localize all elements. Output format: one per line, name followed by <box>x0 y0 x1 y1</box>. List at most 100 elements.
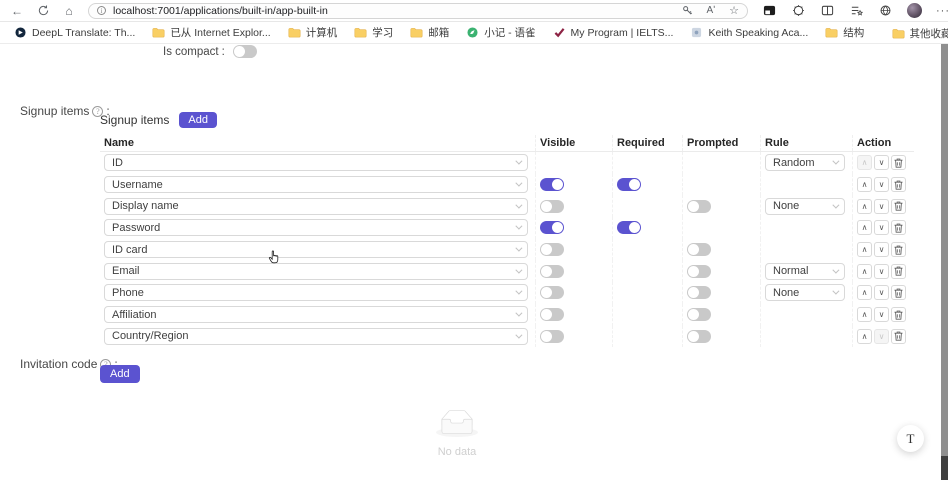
other-favorites-folder[interactable]: 其他收藏夹 <box>892 22 948 44</box>
address-bar[interactable]: i localhost:7001/applications/built-in/a… <box>88 3 748 19</box>
move-up-button[interactable]: ∧ <box>857 155 872 170</box>
browser-toolbar-right: ··· <box>762 3 948 18</box>
visible-toggle[interactable] <box>540 286 564 299</box>
add-invitation-code-button[interactable]: Add <box>100 365 140 383</box>
add-signup-item-button[interactable]: Add <box>179 112 217 128</box>
delete-button[interactable] <box>891 307 906 322</box>
delete-button[interactable] <box>891 155 906 170</box>
profile-avatar[interactable] <box>907 3 922 18</box>
required-toggle[interactable] <box>617 221 641 234</box>
visible-toggle[interactable] <box>540 243 564 256</box>
empty-box-icon <box>436 410 478 437</box>
move-up-button[interactable]: ∧ <box>857 199 872 214</box>
delete-button[interactable] <box>891 264 906 279</box>
empty-state: No data <box>0 410 914 458</box>
move-up-button[interactable]: ∧ <box>857 307 872 322</box>
signup-item-name-select[interactable]: ID card <box>104 241 528 258</box>
rule-cell: Normal <box>761 260 853 282</box>
signup-item-name-select[interactable]: Username <box>104 176 528 193</box>
move-down-button[interactable]: ∨ <box>874 242 889 257</box>
prompted-toggle[interactable] <box>687 330 711 343</box>
extensions-icon[interactable] <box>791 3 806 18</box>
move-up-button[interactable]: ∧ <box>857 285 872 300</box>
home-button[interactable]: ⌂ <box>60 2 78 20</box>
move-up-button[interactable]: ∧ <box>857 177 872 192</box>
visible-toggle[interactable] <box>540 221 564 234</box>
bookmark-item[interactable]: Keith Speaking Aca... <box>690 27 808 39</box>
favorite-star-icon[interactable]: ☆ <box>729 4 739 17</box>
theme-font-button[interactable]: T <box>897 425 924 452</box>
rule-select[interactable]: None <box>765 284 845 301</box>
delete-button[interactable] <box>891 329 906 344</box>
read-aloud-icon[interactable]: Aʹ <box>707 5 716 16</box>
delete-button[interactable] <box>891 242 906 257</box>
visible-toggle[interactable] <box>540 330 564 343</box>
required-cell <box>613 304 683 326</box>
prompted-toggle[interactable] <box>687 286 711 299</box>
column-header-rule: Rule <box>761 135 853 151</box>
browser-essentials-icon[interactable] <box>762 3 777 18</box>
prompted-toggle[interactable] <box>687 265 711 278</box>
signup-item-name-select[interactable]: Email <box>104 263 528 280</box>
name-cell: Phone <box>100 282 536 304</box>
bookmark-item[interactable]: 小记 - 语雀 <box>466 25 535 40</box>
move-down-button[interactable]: ∨ <box>874 155 889 170</box>
bookmark-item[interactable]: 学习 <box>354 25 393 40</box>
move-up-button[interactable]: ∧ <box>857 242 872 257</box>
rule-select[interactable]: Normal <box>765 263 845 280</box>
signup-item-name-select[interactable]: Password <box>104 219 528 236</box>
visible-toggle[interactable] <box>540 265 564 278</box>
signup-item-name-select[interactable]: Country/Region <box>104 328 528 345</box>
move-up-button[interactable]: ∧ <box>857 329 872 344</box>
url-text[interactable]: localhost:7001/applications/built-in/app… <box>113 5 668 17</box>
more-menu-icon[interactable]: ··· <box>936 5 948 17</box>
bookmark-item[interactable]: DeepL Translate: Th... <box>14 27 135 39</box>
rule-select[interactable]: Random <box>765 154 845 171</box>
split-screen-icon[interactable] <box>820 3 835 18</box>
move-down-button[interactable]: ∨ <box>874 220 889 235</box>
prompted-cell <box>683 260 761 282</box>
bookmark-item[interactable]: My Program | IELTS... <box>553 27 674 39</box>
delete-button[interactable] <box>891 199 906 214</box>
bookmark-item[interactable]: 结构 <box>825 25 864 40</box>
move-up-button[interactable]: ∧ <box>857 264 872 279</box>
move-down-button[interactable]: ∨ <box>874 285 889 300</box>
signup-item-name-select[interactable]: Phone <box>104 284 528 301</box>
signup-item-row: Country/Region ∧∨ <box>100 326 914 348</box>
scrollbar[interactable] <box>941 44 948 480</box>
signup-item-name-select[interactable]: ID <box>104 154 528 171</box>
required-toggle[interactable] <box>617 178 641 191</box>
bookmark-label: DeepL Translate: Th... <box>32 27 135 39</box>
refresh-button[interactable] <box>34 2 52 20</box>
move-down-button[interactable]: ∨ <box>874 177 889 192</box>
move-down-button[interactable]: ∨ <box>874 307 889 322</box>
bookmark-item[interactable]: 已从 Internet Explor... <box>152 25 270 40</box>
bookmark-item[interactable]: 计算机 <box>288 25 338 40</box>
prompted-toggle[interactable] <box>687 200 711 213</box>
move-down-button[interactable]: ∨ <box>874 329 889 344</box>
prompted-toggle[interactable] <box>687 243 711 256</box>
visible-toggle[interactable] <box>540 200 564 213</box>
delete-button[interactable] <box>891 285 906 300</box>
is-compact-toggle[interactable] <box>233 45 257 58</box>
visible-toggle[interactable] <box>540 308 564 321</box>
prompted-toggle[interactable] <box>687 308 711 321</box>
collections-icon[interactable] <box>849 3 864 18</box>
move-down-button[interactable]: ∨ <box>874 199 889 214</box>
delete-button[interactable] <box>891 220 906 235</box>
site-info-icon[interactable]: i <box>97 6 106 15</box>
bookmark-item[interactable]: 邮箱 <box>410 25 449 40</box>
copilot-icon[interactable] <box>878 3 893 18</box>
visible-toggle[interactable] <box>540 178 564 191</box>
visible-cell <box>536 282 613 304</box>
back-button[interactable]: ← <box>8 2 26 20</box>
move-up-button[interactable]: ∧ <box>857 220 872 235</box>
scrollbar-thumb[interactable] <box>941 456 948 480</box>
move-down-button[interactable]: ∨ <box>874 264 889 279</box>
rule-select[interactable]: None <box>765 198 845 215</box>
signup-item-name-select[interactable]: Display name <box>104 198 528 215</box>
signup-item-name-select[interactable]: Affiliation <box>104 306 528 323</box>
folder-icon <box>892 27 905 39</box>
delete-button[interactable] <box>891 177 906 192</box>
password-key-icon[interactable] <box>682 5 693 16</box>
